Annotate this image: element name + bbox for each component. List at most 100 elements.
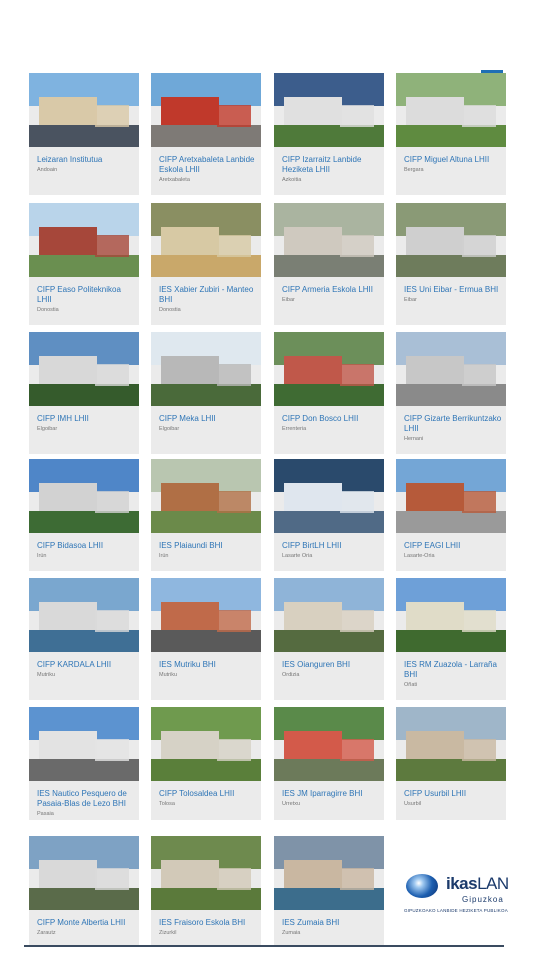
photo-building bbox=[284, 227, 342, 255]
school-name-link[interactable]: CIFP Izarraitz Lanbide Heziketa LHII bbox=[282, 155, 380, 175]
school-town: Lasarte Oria bbox=[282, 553, 313, 559]
school-card[interactable]: CIFP Izarraitz Lanbide Heziketa LHII Azko… bbox=[274, 73, 384, 195]
school-name-link[interactable]: CIFP Easo Politeknikoa LHII bbox=[37, 285, 135, 305]
school-card[interactable]: CIFP Gizarte Berrikuntzako LHII Hernani bbox=[396, 332, 506, 454]
school-card[interactable]: IES Nautico Pesquero de Pasaia-Blas de L… bbox=[29, 707, 139, 820]
school-name-link[interactable]: CIFP Usurbil LHII bbox=[404, 789, 502, 799]
school-card[interactable]: CIFP IMH LHII Elgoibar bbox=[29, 332, 139, 454]
photo-building bbox=[161, 483, 219, 511]
photo-building bbox=[462, 105, 496, 127]
school-photo[interactable] bbox=[29, 332, 139, 406]
school-town: Aretxabaleta bbox=[159, 177, 190, 183]
photo-building bbox=[161, 97, 219, 125]
school-photo[interactable] bbox=[396, 459, 506, 533]
school-name-link[interactable]: CIFP Aretxabaleta Lanbide Eskola LHII bbox=[159, 155, 257, 175]
school-photo[interactable] bbox=[274, 578, 384, 652]
school-card[interactable]: IES Zumaia BHI Zumaia bbox=[274, 836, 384, 945]
school-card[interactable]: CIFP KARDALA LHII Mutriku bbox=[29, 578, 139, 700]
school-name-link[interactable]: CIFP Monte Albertia LHII bbox=[37, 918, 135, 928]
school-photo[interactable] bbox=[151, 578, 261, 652]
school-name-link[interactable]: IES Uni Eibar - Ermua BHI bbox=[404, 285, 502, 295]
school-photo[interactable] bbox=[29, 459, 139, 533]
school-card[interactable]: IES Uni Eibar - Ermua BHI Eibar bbox=[396, 203, 506, 325]
school-photo[interactable] bbox=[151, 836, 261, 910]
school-name-link[interactable]: Leizaran Institutua bbox=[37, 155, 135, 165]
school-card[interactable]: IES Mutriku BHI Mutriku bbox=[151, 578, 261, 700]
photo-building bbox=[217, 491, 251, 513]
school-photo[interactable] bbox=[29, 203, 139, 277]
school-town: Urretxu bbox=[282, 801, 301, 807]
school-name-link[interactable]: IES Plaiaundi BHI bbox=[159, 541, 257, 551]
photo-building bbox=[284, 731, 342, 759]
school-town: Ordizia bbox=[282, 672, 300, 678]
school-name-link[interactable]: CIFP BirtLH LHII bbox=[282, 541, 380, 551]
school-photo[interactable] bbox=[151, 707, 261, 781]
school-name-link[interactable]: IES JM Iparragirre BHI bbox=[282, 789, 380, 799]
photo-ground bbox=[274, 510, 384, 533]
school-name-link[interactable]: IES Xabier Zubiri - Manteo BHI bbox=[159, 285, 257, 305]
school-photo[interactable] bbox=[396, 73, 506, 147]
school-photo[interactable] bbox=[29, 836, 139, 910]
school-name-link[interactable]: IES Oianguren BHI bbox=[282, 660, 380, 670]
school-name-link[interactable]: CIFP Meka LHII bbox=[159, 414, 257, 424]
school-card[interactable]: Leizaran Institutua Andoain bbox=[29, 73, 139, 195]
school-card[interactable]: CIFP Easo Politeknikoa LHII Donostia bbox=[29, 203, 139, 325]
school-photo[interactable] bbox=[274, 707, 384, 781]
school-name-link[interactable]: CIFP EAGI LHII bbox=[404, 541, 502, 551]
school-town: Lasarte-Oria bbox=[404, 553, 435, 559]
school-photo[interactable] bbox=[151, 73, 261, 147]
school-card[interactable]: IES Plaiaundi BHI Irún bbox=[151, 459, 261, 571]
logo-wordmark: ikasLAN bbox=[446, 874, 509, 894]
school-card[interactable]: CIFP Don Bosco LHII Errenteria bbox=[274, 332, 384, 454]
school-name-link[interactable]: IES RM Zuazola - Larraña BHI bbox=[404, 660, 502, 680]
school-card[interactable]: CIFP Meka LHII Elgoibar bbox=[151, 332, 261, 454]
school-photo[interactable] bbox=[396, 332, 506, 406]
school-photo[interactable] bbox=[151, 459, 261, 533]
school-photo[interactable] bbox=[29, 73, 139, 147]
school-name-link[interactable]: CIFP Gizarte Berrikuntzako LHII bbox=[404, 414, 502, 434]
school-photo[interactable] bbox=[396, 707, 506, 781]
school-name-link[interactable]: CIFP IMH LHII bbox=[37, 414, 135, 424]
school-name-link[interactable]: CIFP Armeria Eskola LHII bbox=[282, 285, 380, 295]
school-name-link[interactable]: IES Fraisoro Eskola BHI bbox=[159, 918, 257, 928]
school-photo[interactable] bbox=[29, 707, 139, 781]
school-photo[interactable] bbox=[396, 203, 506, 277]
school-card[interactable]: IES RM Zuazola - Larraña BHI Oñati bbox=[396, 578, 506, 700]
photo-building bbox=[95, 610, 129, 632]
photo-building bbox=[462, 739, 496, 761]
school-card[interactable]: CIFP Aretxabaleta Lanbide Eskola LHII Are… bbox=[151, 73, 261, 195]
school-town: Mutriku bbox=[37, 672, 56, 678]
school-photo[interactable] bbox=[274, 203, 384, 277]
school-card[interactable]: CIFP Bidasoa LHII Irún bbox=[29, 459, 139, 571]
school-name-link[interactable]: CIFP Miguel Altuna LHII bbox=[404, 155, 502, 165]
school-town: Elgoibar bbox=[159, 426, 180, 432]
school-card[interactable]: CIFP Armeria Eskola LHII Eibar bbox=[274, 203, 384, 325]
school-photo[interactable] bbox=[151, 203, 261, 277]
school-card[interactable]: CIFP BirtLH LHII Lasarte Oria bbox=[274, 459, 384, 571]
school-name-link[interactable]: IES Zumaia BHI bbox=[282, 918, 380, 928]
school-name-link[interactable]: CIFP Don Bosco LHII bbox=[282, 414, 380, 424]
school-name-link[interactable]: CIFP Bidasoa LHII bbox=[37, 541, 135, 551]
school-name-link[interactable]: IES Mutriku BHI bbox=[159, 660, 257, 670]
school-name-link[interactable]: CIFP KARDALA LHII bbox=[37, 660, 135, 670]
school-photo[interactable] bbox=[274, 73, 384, 147]
school-card[interactable]: IES Oianguren BHI Ordizia bbox=[274, 578, 384, 700]
school-name-link[interactable]: CIFP Tolosaldea LHII bbox=[159, 789, 257, 799]
school-card[interactable]: CIFP EAGI LHII Lasarte-Oria bbox=[396, 459, 506, 571]
school-card[interactable]: CIFP Tolosaldea LHII Tolosa bbox=[151, 707, 261, 820]
school-photo[interactable] bbox=[29, 578, 139, 652]
school-card[interactable]: IES JM Iparragirre BHI Urretxu bbox=[274, 707, 384, 820]
school-card[interactable]: CIFP Miguel Altuna LHII Bergara bbox=[396, 73, 506, 195]
school-photo[interactable] bbox=[274, 836, 384, 910]
school-card[interactable]: CIFP Usurbil LHII Usurbil bbox=[396, 707, 506, 820]
school-town: Donostia bbox=[37, 307, 59, 313]
school-card[interactable]: IES Xabier Zubiri - Manteo BHI Donostia bbox=[151, 203, 261, 325]
school-photo[interactable] bbox=[396, 578, 506, 652]
school-name-link[interactable]: IES Nautico Pesquero de Pasaia-Blas de L… bbox=[37, 789, 135, 809]
school-card[interactable]: CIFP Monte Albertia LHII Zarautz bbox=[29, 836, 139, 945]
school-photo[interactable] bbox=[151, 332, 261, 406]
school-card[interactable]: IES Fraisoro Eskola BHI Zizurkil bbox=[151, 836, 261, 945]
school-photo[interactable] bbox=[274, 459, 384, 533]
school-photo[interactable] bbox=[274, 332, 384, 406]
logo-word-lan: LAN bbox=[477, 874, 509, 893]
